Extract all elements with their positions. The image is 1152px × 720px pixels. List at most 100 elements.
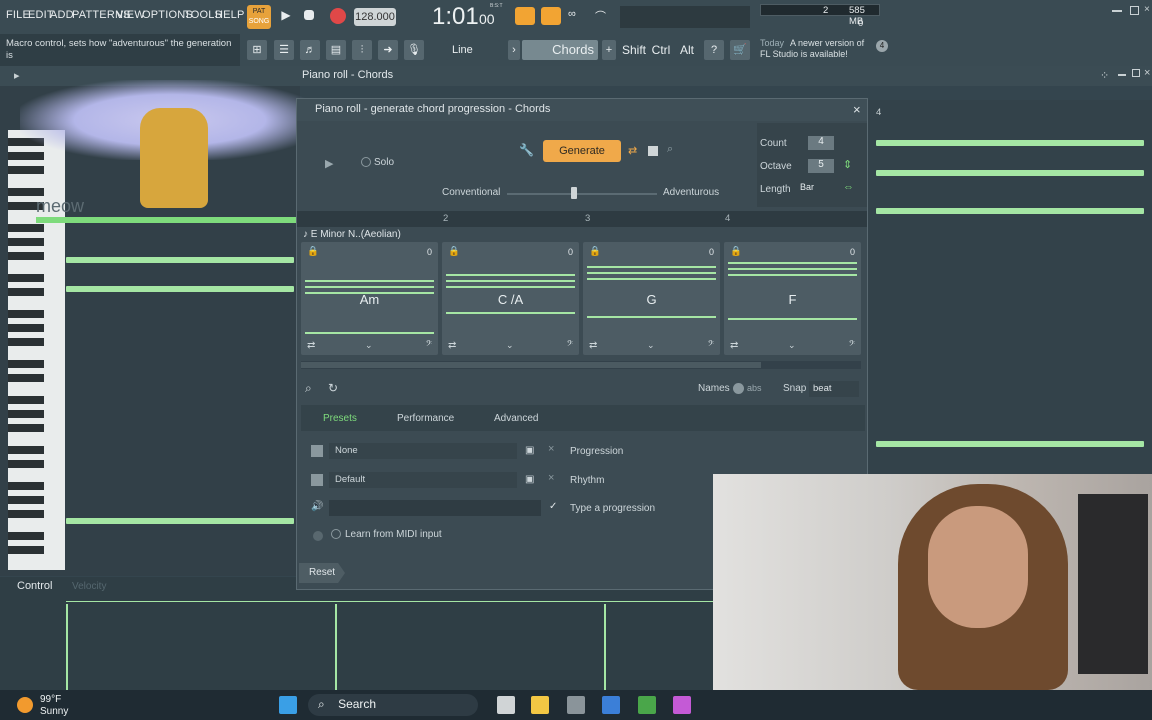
start-icon[interactable] — [279, 696, 297, 714]
note-block[interactable] — [876, 208, 1144, 214]
chord-dropdown-icon[interactable]: ⌄ — [788, 340, 796, 351]
refresh-icon[interactable]: ↻ — [328, 381, 338, 395]
bass-clef-icon[interactable]: 𝄢 — [426, 340, 432, 351]
pianoroll-close-icon[interactable]: × — [1144, 67, 1150, 79]
chord-variant-count[interactable]: 0 — [709, 247, 714, 257]
menu-help[interactable]: HELP — [215, 9, 245, 21]
menu-add[interactable]: ADD — [50, 9, 74, 21]
pat-song-toggle[interactable]: PAT SONG — [247, 5, 271, 29]
chord-scrollbar[interactable] — [301, 361, 861, 369]
pattern-selector[interactable]: Chords — [522, 40, 598, 60]
chord-dropdown-icon[interactable]: ⌄ — [647, 340, 655, 351]
progression-clear-icon[interactable]: × — [548, 443, 554, 455]
rhythm-select[interactable]: Default — [329, 472, 517, 488]
play-icon[interactable]: ▶ — [278, 8, 294, 24]
maximize-icon[interactable] — [1130, 6, 1139, 15]
pianoroll-icon[interactable]: ♬ — [300, 40, 320, 60]
close-app-icon[interactable]: × — [1144, 4, 1150, 15]
zoom-icon[interactable]: ⌕ — [667, 143, 673, 156]
lock-icon[interactable]: 🔒 — [730, 246, 742, 257]
tab-presets[interactable]: Presets — [323, 413, 357, 424]
pianoroll-grid-right[interactable]: 4 — [868, 100, 1152, 475]
pianoroll-menu-arrow-icon[interactable]: ▸ — [14, 69, 20, 82]
speaker-icon[interactable]: 🔊 — [311, 501, 323, 512]
adventurous-slider[interactable] — [507, 193, 657, 195]
chord-block[interactable]: 🔒 0 F ⇄ ⌄ 𝄢 — [724, 242, 861, 355]
weather-sun-icon[interactable] — [17, 697, 33, 713]
note-block[interactable] — [876, 441, 1144, 447]
lock-icon[interactable]: 🔒 — [307, 246, 319, 257]
progression-save-icon[interactable]: ▣ — [525, 445, 534, 456]
pianoroll-minimize-icon[interactable] — [1118, 74, 1126, 76]
chord-shuffle-icon[interactable]: ⇄ — [307, 340, 315, 351]
shop-icon[interactable]: 🛒 — [730, 40, 750, 60]
lock-icon[interactable]: 🔒 — [589, 246, 601, 257]
rhythm-save-icon[interactable]: ▣ — [525, 474, 534, 485]
shift-key[interactable]: Shift — [622, 40, 646, 60]
control-label[interactable]: Control — [17, 580, 52, 592]
taskbar-search[interactable]: ⌕ Search — [308, 694, 478, 716]
octave-arrows-icon[interactable]: ⇕ — [843, 158, 852, 171]
mixer-icon[interactable]: ⫶ — [352, 40, 372, 60]
confirm-check-icon[interactable]: ✓ — [549, 501, 557, 512]
chord-shuffle-icon[interactable]: ⇄ — [589, 340, 597, 351]
note-block[interactable] — [66, 286, 294, 292]
event-control-pane[interactable]: Control Velocity — [0, 577, 720, 691]
help-icon[interactable]: ? — [704, 40, 724, 60]
velocity-bar[interactable] — [66, 604, 68, 690]
velocity-bar[interactable] — [604, 604, 606, 690]
task-view-icon[interactable] — [497, 696, 515, 714]
generate-button[interactable]: Generate — [543, 140, 621, 162]
scale-selector[interactable]: ♪ E Minor N..(Aeolian) — [303, 229, 401, 240]
shuffle-icon[interactable]: ⇄ — [628, 144, 637, 157]
file-explorer-icon[interactable] — [531, 696, 549, 714]
countdown-icon[interactable]: ⌒ — [595, 8, 615, 24]
menu-file[interactable]: FILE — [6, 9, 30, 21]
chord-shuffle-icon[interactable]: ⇄ — [730, 340, 738, 351]
wrench-icon[interactable]: 🔧 — [519, 143, 534, 157]
snap-icon[interactable]: ⊞ — [247, 40, 267, 60]
length-select[interactable]: Bar — [798, 182, 834, 196]
editor-app-icon[interactable] — [602, 696, 620, 714]
dialog-titlebar[interactable]: Piano roll - generate chord progression … — [297, 99, 867, 121]
ctrl-key[interactable]: Ctrl — [650, 40, 672, 60]
note-block[interactable] — [876, 170, 1144, 176]
playlist-icon[interactable]: ☰ — [274, 40, 294, 60]
bass-clef-icon[interactable]: 𝄢 — [567, 340, 573, 351]
play-preview-icon[interactable]: ▶ — [325, 157, 333, 170]
dice-icon[interactable] — [648, 146, 658, 156]
note-block[interactable] — [876, 140, 1144, 146]
count-field[interactable]: 4 — [808, 136, 834, 150]
chord-block[interactable]: 🔒 0 G ⇄ ⌄ 𝄢 — [583, 242, 720, 355]
names-toggle[interactable]: abs — [733, 383, 771, 397]
weather-widget[interactable]: 99°F Sunny — [40, 694, 68, 718]
rhythm-dice-icon[interactable] — [311, 474, 323, 486]
chord-ruler[interactable]: 2 3 4 — [297, 211, 867, 227]
step-edit-icon[interactable] — [541, 7, 561, 25]
progression-dice-icon[interactable] — [311, 445, 323, 457]
tab-performance[interactable]: Performance — [397, 413, 454, 424]
wait-icon[interactable]: ∞ — [568, 8, 588, 24]
tab-advanced[interactable]: Advanced — [494, 413, 538, 424]
snap-select[interactable]: beat — [809, 381, 859, 397]
note-block[interactable] — [66, 257, 294, 263]
zoom-in-icon[interactable]: ⌕ — [305, 381, 312, 396]
octave-field[interactable]: 5 — [808, 159, 834, 173]
solo-toggle[interactable]: Solo — [361, 157, 407, 173]
chord-shuffle-icon[interactable]: ⇄ — [448, 340, 456, 351]
snap-mode-select[interactable]: Line — [446, 40, 500, 60]
chord-variant-count[interactable]: 0 — [427, 247, 432, 257]
news-panel[interactable]: Today A newer version of FL Studio is av… — [760, 38, 872, 60]
window-options-icon[interactable]: ⁘ — [1100, 69, 1109, 82]
tempo-field[interactable]: 128.000 — [354, 8, 396, 26]
chevron-right-icon[interactable]: › — [508, 40, 520, 60]
microphone-icon[interactable]: 🎙 — [404, 40, 424, 60]
adventurous-slider-thumb[interactable] — [571, 187, 577, 199]
minimize-icon[interactable] — [1112, 10, 1122, 12]
chord-dropdown-icon[interactable]: ⌄ — [365, 340, 373, 351]
learn-midi-toggle[interactable]: Learn from MIDI input — [331, 529, 442, 540]
alt-key[interactable]: Alt — [677, 40, 697, 60]
add-pattern-icon[interactable]: + — [602, 40, 616, 60]
main-volume-slider[interactable] — [620, 6, 750, 28]
bass-clef-icon[interactable]: 𝄢 — [708, 340, 714, 351]
